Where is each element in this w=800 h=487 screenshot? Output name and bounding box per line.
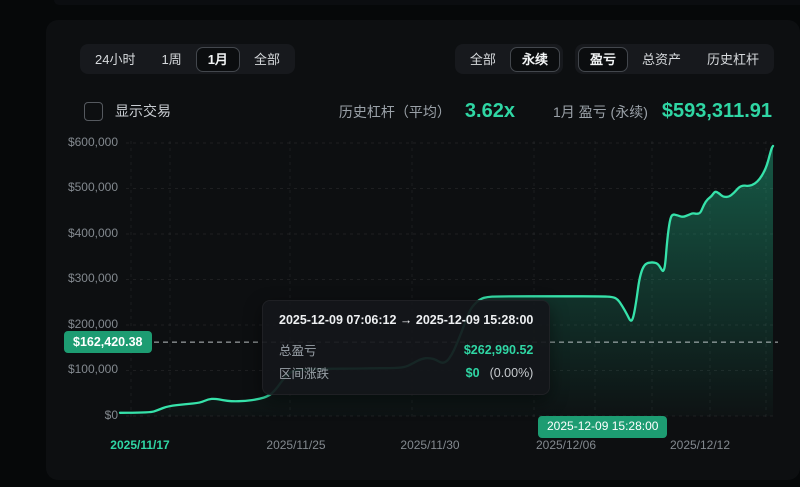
y-tick: $0 bbox=[104, 408, 118, 422]
reference-value-badge: $162,420.38 bbox=[64, 331, 152, 354]
metric-history-leverage[interactable]: 历史杠杆 bbox=[695, 47, 771, 72]
tooltip-label: 总盈亏 bbox=[279, 344, 317, 358]
stats-summary: 历史杠杆（平均） 3.62x 1月 盈亏 (永续) $593,311.91 bbox=[339, 100, 772, 123]
chart-tooltip: 2025-12-09 07:06:12 → 2025-12-09 15:28:0… bbox=[262, 300, 551, 395]
avg-leverage-value: 3.62x bbox=[464, 99, 515, 122]
time-range-all[interactable]: 全部 bbox=[242, 47, 292, 72]
metric-total-assets[interactable]: 总资产 bbox=[630, 47, 693, 72]
tooltip-value: $0 bbox=[465, 365, 480, 380]
show-trades-checkbox[interactable] bbox=[84, 101, 103, 121]
tooltip-label: 区间涨跌 bbox=[279, 367, 330, 381]
scope-group: 全部 永续 bbox=[454, 44, 563, 74]
period-pnl-label: 1月 盈亏 (永续) bbox=[552, 103, 648, 120]
upper-card-edge bbox=[54, 0, 800, 5]
tooltip-value: $262,990.52 bbox=[463, 342, 534, 357]
chart-subheader: 显示交易 历史杠杆（平均） 3.62x 1月 盈亏 (永续) $593,311.… bbox=[84, 94, 772, 128]
x-tick: 2025/12/12 bbox=[669, 438, 731, 452]
pnl-analytics-card: 24小时 1周 1月 全部 全部 永续 盈亏 总资产 历史杠杆 显示交易 历史杠… bbox=[46, 20, 800, 480]
y-tick: $100,000 bbox=[67, 362, 118, 376]
x-tick: 2025/11/25 bbox=[266, 438, 326, 452]
x-tick-start: 2025/11/17 bbox=[110, 438, 170, 452]
time-range-1m[interactable]: 1月 bbox=[195, 46, 240, 72]
y-tick: $500,000 bbox=[67, 180, 118, 194]
time-range-1w[interactable]: 1周 bbox=[149, 47, 193, 72]
y-tick: $300,000 bbox=[67, 271, 118, 285]
tooltip-row-total-pnl: 总盈亏 $262,990.52 bbox=[279, 338, 533, 361]
metric-pnl[interactable]: 盈亏 bbox=[577, 46, 628, 72]
avg-leverage-label: 历史杠杆（平均） bbox=[338, 103, 451, 120]
chart-toolbar: 24小时 1周 1月 全部 全部 永续 盈亏 总资产 历史杠杆 bbox=[80, 44, 774, 74]
selected-time-badge: 2025-12-09 15:28:00 bbox=[538, 416, 668, 438]
y-tick: $400,000 bbox=[67, 226, 118, 240]
x-tick: 2025/11/30 bbox=[400, 438, 460, 452]
x-tick: 2025/12/06 bbox=[535, 438, 597, 452]
tooltip-time-range: 2025-12-09 07:06:12 → 2025-12-09 15:28:0… bbox=[279, 313, 534, 327]
scope-all[interactable]: 全部 bbox=[458, 47, 508, 72]
metric-group: 盈亏 总资产 历史杠杆 bbox=[574, 44, 774, 74]
tooltip-row-interval-change: 区间涨跌 $0 (0.00%) bbox=[279, 361, 533, 384]
time-range-24h[interactable]: 24小时 bbox=[83, 47, 147, 72]
show-trades-control: 显示交易 bbox=[84, 101, 171, 121]
time-range-group: 24小时 1周 1月 全部 bbox=[80, 44, 295, 74]
y-tick: $600,000 bbox=[67, 135, 118, 149]
filter-groups: 全部 永续 盈亏 总资产 历史杠杆 bbox=[454, 44, 774, 74]
tooltip-extra: (0.00%) bbox=[489, 365, 534, 380]
scope-perpetual[interactable]: 永续 bbox=[509, 46, 560, 72]
period-pnl-value: $593,311.91 bbox=[661, 99, 772, 122]
show-trades-label: 显示交易 bbox=[115, 103, 171, 119]
